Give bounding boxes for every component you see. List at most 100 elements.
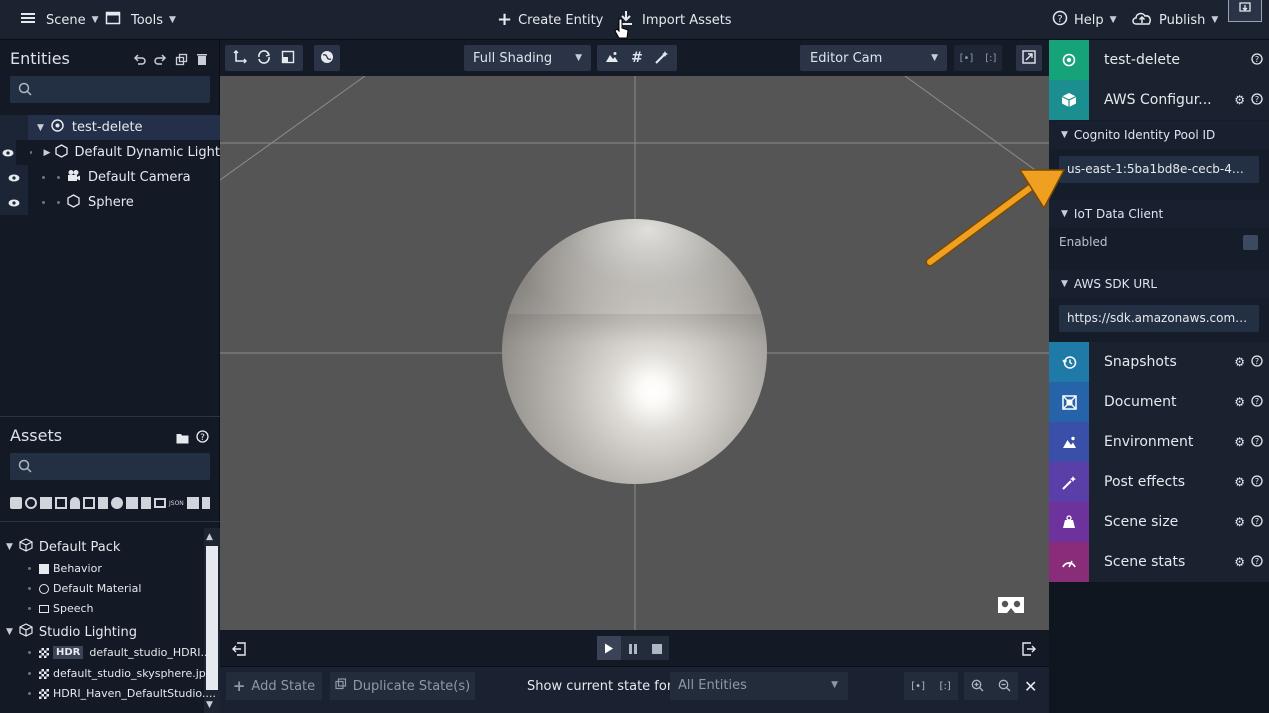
filter-cube-icon[interactable] [83,497,95,509]
eye-icon[interactable] [0,165,28,190]
folder-icon[interactable] [176,429,189,448]
cognito-pool-id-input[interactable]: us-east-1:5ba1bd8e-cecb-4081 ... [1059,156,1259,183]
sphere-object[interactable] [502,219,767,484]
filter-json-icon[interactable]: JSON [169,500,184,507]
assets-scrollbar[interactable]: ▲ ▼ [204,528,220,713]
asset-item[interactable]: Speech [28,602,94,615]
tree-row-light[interactable]: ▶ Default Dynamic Light [0,140,220,165]
filter-hex-icon[interactable] [55,497,67,509]
scroll-up-icon[interactable]: ▲ [206,532,213,542]
filter-figure-icon[interactable] [98,497,108,509]
help-circle-icon[interactable]: ? [1251,394,1263,410]
publish-menu[interactable]: Publish ▼ [1131,0,1218,40]
play-button[interactable] [597,636,621,660]
aws-config-header[interactable]: AWS Configur... ⚙ ? [1049,80,1269,120]
environment-toggle-icon[interactable] [605,51,619,66]
duplicate-icon[interactable] [175,51,188,70]
entities-search-input[interactable] [10,76,210,103]
sdk-url-input[interactable]: https://sdk.amazonaws.com/js/... [1059,305,1259,332]
filter-chat-icon[interactable] [154,498,166,508]
assets-search-input[interactable] [10,453,210,480]
filter-doc-icon[interactable] [141,497,151,509]
zoom-out-icon[interactable] [998,677,1011,696]
scene-menu[interactable]: Scene ▼ [20,0,99,40]
iot-section-header[interactable]: ▼ IoT Data Client [1049,200,1269,228]
component-scene-stats[interactable]: Scene stats ⚙ ? [1049,542,1269,582]
gear-icon[interactable]: ⚙ [1234,93,1245,107]
component-post-effects[interactable]: Post effects ⚙ ? [1049,462,1269,502]
help-circle-icon[interactable]: ? [1251,354,1263,370]
filter-film-icon[interactable] [40,497,52,509]
stop-button[interactable] [645,636,669,660]
focus-selection-icon[interactable]: [•] [911,681,925,692]
component-environment[interactable]: Environment ⚙ ? [1049,422,1269,462]
focus-selection-icon[interactable]: [•] [960,53,974,64]
pack-default[interactable]: ▼ Default Pack [6,538,120,556]
component-scene-size[interactable]: Scene size ⚙ ? [1049,502,1269,542]
enter-icon[interactable] [1022,641,1036,660]
camera-dropdown[interactable]: Editor Cam ▼ [800,45,947,71]
help-circle-icon[interactable]: ? [1251,92,1263,108]
gear-icon[interactable]: ⚙ [1234,555,1245,569]
import-assets-button[interactable]: Import Assets [618,0,732,40]
translate-icon[interactable] [233,49,247,67]
scale-icon[interactable] [281,50,295,67]
entity-header[interactable]: test-delete ? [1049,40,1269,80]
exit-icon[interactable] [232,641,246,660]
shading-dropdown[interactable]: Full Shading ▼ [464,45,591,71]
tree-row-camera[interactable]: Default Camera [0,165,220,190]
redo-icon[interactable] [154,51,167,70]
expand-arrow-icon[interactable]: ▼ [37,123,44,133]
zoom-in-icon[interactable] [971,677,984,696]
collapse-toolbar-button[interactable] [1228,0,1262,22]
expand-arrow-icon[interactable]: ▼ [6,542,13,552]
asset-item[interactable]: HDRI_Haven_DefaultStudio.... [28,687,216,700]
filter-image-icon[interactable] [186,497,199,509]
trash-icon[interactable] [196,51,208,70]
asset-item[interactable]: default_studio_skysphere.jpg [28,667,213,680]
gear-icon[interactable]: ⚙ [1234,475,1245,489]
help-circle-icon[interactable]: ? [1251,52,1263,68]
vr-headset-icon[interactable] [996,596,1026,618]
entity-filter-dropdown[interactable]: All Entities ▼ [670,672,848,700]
help-circle-icon[interactable]: ? [1251,474,1263,490]
close-icon[interactable]: ✕ [1024,677,1037,696]
component-document[interactable]: Document ⚙ ? [1049,382,1269,422]
filter-material-icon[interactable] [111,497,123,509]
pack-studio-lighting[interactable]: ▼ Studio Lighting [6,623,137,641]
gear-icon[interactable]: ⚙ [1234,435,1245,449]
sdk-section-header[interactable]: ▼ AWS SDK URL [1049,270,1269,298]
asset-item[interactable]: HDR default_studio_HDRI.... [28,646,214,659]
gear-icon[interactable]: ⚙ [1234,515,1245,529]
fullscreen-button[interactable] [1016,45,1042,71]
help-menu[interactable]: ? Help ▼ [1052,0,1117,40]
enabled-checkbox[interactable] [1243,235,1258,250]
pause-button[interactable] [621,636,645,660]
asset-item[interactable]: Behavior [28,562,102,575]
duplicate-state-button[interactable]: Duplicate State(s) [330,672,475,700]
help-circle-icon[interactable]: ? [1251,514,1263,530]
world-space-button[interactable] [314,45,340,71]
expand-arrow-icon[interactable]: ▶ [44,148,51,158]
frame-all-icon[interactable]: [:] [940,681,951,692]
help-circle-icon[interactable]: ? [1251,434,1263,450]
frame-all-icon[interactable]: [:] [985,53,996,64]
filter-grid-icon[interactable] [201,497,210,509]
tools-menu[interactable]: Tools ▼ [105,0,176,40]
asset-item[interactable]: Default Material [28,582,141,595]
filter-person-icon[interactable] [70,497,80,509]
create-entity-button[interactable]: + Create Entity [497,0,603,40]
undo-icon[interactable] [133,51,146,70]
cognito-section-header[interactable]: ▼ Cognito Identity Pool ID [1049,121,1269,149]
component-snapshots[interactable]: Snapshots ⚙ ? [1049,342,1269,382]
help-circle-icon[interactable]: ? [1251,554,1263,570]
gear-icon[interactable]: ⚙ [1234,355,1245,369]
filter-all-icon[interactable] [10,497,22,509]
expand-arrow-icon[interactable]: ▼ [6,627,13,637]
effects-toggle-icon[interactable] [655,50,669,67]
3d-viewport[interactable] [220,76,1049,630]
tree-row-root[interactable]: ▼ test-delete [0,115,220,140]
add-state-button[interactable]: + Add State [226,672,322,700]
grid-toggle-icon[interactable]: # [631,50,643,66]
eye-icon[interactable] [0,140,16,165]
